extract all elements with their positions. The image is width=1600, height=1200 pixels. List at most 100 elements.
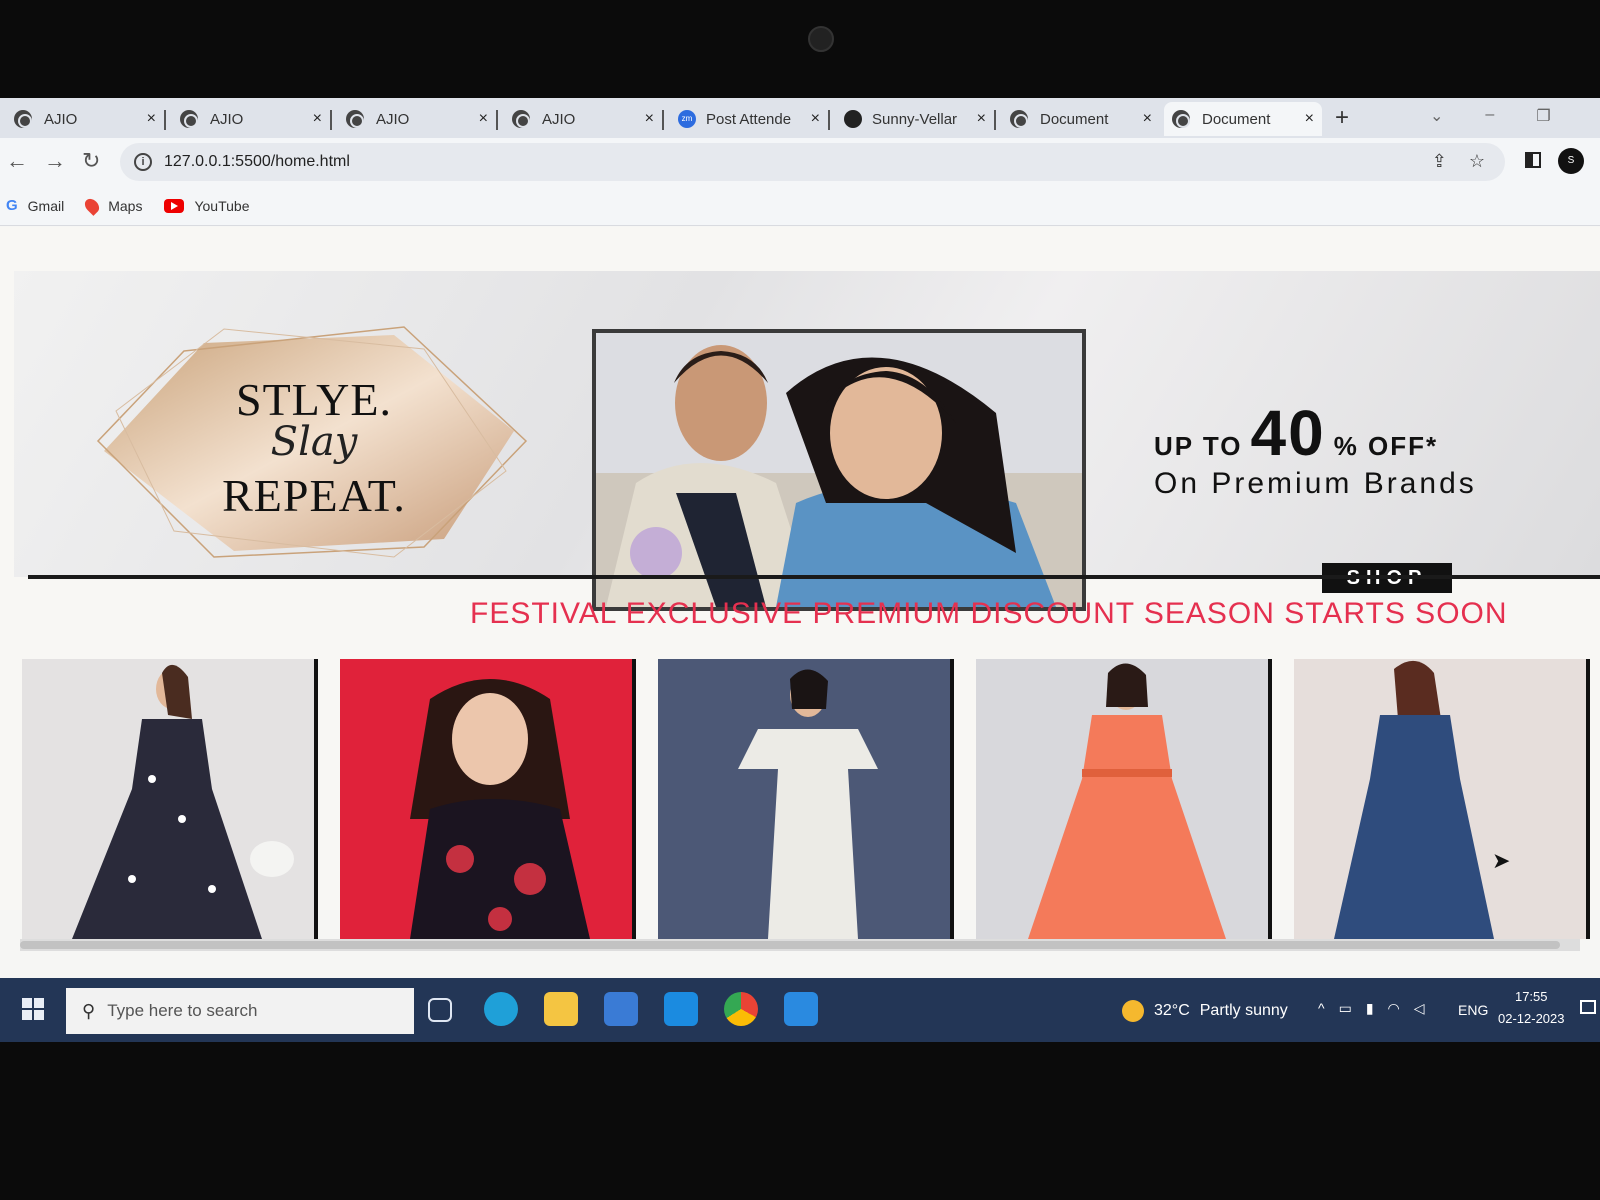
- meet-icon[interactable]: ▭: [1339, 1000, 1352, 1017]
- search-icon: ⚲: [82, 1000, 96, 1021]
- offer-percent: 40: [1250, 397, 1326, 469]
- screen: AJIO × AJIO × AJIO × AJIO × zm Post Atte…: [0, 98, 1600, 1042]
- globe-icon: [1172, 110, 1190, 128]
- bookmarks-bar: G Gmail Maps YouTube: [0, 186, 1600, 226]
- close-icon[interactable]: ×: [977, 110, 986, 128]
- tab-search-icon[interactable]: ⌄: [1430, 106, 1443, 126]
- task-view-icon[interactable]: [428, 998, 452, 1022]
- slogan-line-2: Slay: [270, 419, 358, 465]
- tab-separator: [662, 110, 664, 130]
- taskbar-clock[interactable]: 17:55 02-12-2023: [1498, 986, 1565, 1030]
- browser-tab[interactable]: AJIO ×: [6, 102, 164, 136]
- globe-icon: [14, 110, 32, 128]
- horizontal-scrollbar[interactable]: [20, 939, 1580, 951]
- address-bar-actions: ⇪ ☆: [1432, 151, 1485, 172]
- site-info-icon[interactable]: i: [134, 153, 152, 171]
- windows-start-icon[interactable]: [22, 998, 44, 1020]
- edge-icon[interactable]: [484, 992, 518, 1026]
- share-icon[interactable]: ⇪: [1432, 151, 1447, 172]
- tab-title: Document: [1040, 110, 1109, 128]
- taskbar-search[interactable]: ⚲ Type here to search: [66, 988, 414, 1034]
- url-text[interactable]: 127.0.0.1:5500/home.html: [164, 153, 350, 171]
- product-card[interactable]: [1294, 659, 1590, 939]
- restore-icon[interactable]: ❐: [1536, 106, 1550, 126]
- product-card[interactable]: [976, 659, 1272, 939]
- hero-divider: [28, 575, 1600, 579]
- offer-headline: UP TO 40 % OFF*: [1154, 401, 1594, 465]
- clock-time: 17:55: [1514, 989, 1548, 1004]
- tab-separator: [994, 110, 996, 130]
- bookmark-gmail[interactable]: G Gmail: [6, 197, 64, 214]
- wifi-icon[interactable]: ◠: [1388, 1000, 1400, 1017]
- new-tab-button[interactable]: +: [1335, 104, 1349, 132]
- volume-icon[interactable]: ◁: [1414, 1000, 1425, 1017]
- language-indicator[interactable]: ENG: [1458, 1002, 1488, 1018]
- notification-icon[interactable]: [1580, 1000, 1596, 1014]
- laptop-bezel: AJIO × AJIO × AJIO × AJIO × zm Post Atte…: [0, 0, 1600, 1200]
- close-icon[interactable]: ×: [313, 110, 322, 128]
- globe-icon: [512, 110, 530, 128]
- tab-title: AJIO: [376, 110, 410, 128]
- weather-widget[interactable]: 32°C Partly sunny: [1122, 1000, 1288, 1022]
- chrome-icon[interactable]: [724, 992, 758, 1026]
- address-bar[interactable]: i 127.0.0.1:5500/home.html ⇪ ☆: [120, 143, 1505, 181]
- product-image: [658, 659, 950, 939]
- bookmark-maps[interactable]: Maps: [82, 195, 143, 216]
- browser-tab[interactable]: Sunny-Vellar ×: [836, 102, 994, 136]
- browser-tab-active[interactable]: Document ×: [1164, 102, 1322, 136]
- close-icon[interactable]: ×: [147, 110, 156, 128]
- offer-prefix: UP TO: [1154, 431, 1243, 461]
- hero-couple-image: [592, 329, 1086, 611]
- battery-icon[interactable]: ▮: [1366, 1000, 1374, 1017]
- side-panel-icon[interactable]: [1525, 152, 1541, 168]
- browser-tab[interactable]: AJIO ×: [504, 102, 662, 136]
- weather-desc: Partly sunny: [1199, 1002, 1288, 1019]
- bookmark-youtube[interactable]: YouTube: [164, 198, 249, 214]
- windows-taskbar: ⚲ Type here to search 32°C Partly sunny …: [0, 978, 1600, 1042]
- close-icon[interactable]: ×: [811, 110, 820, 128]
- product-image: [340, 659, 632, 939]
- forward-icon[interactable]: →: [44, 148, 66, 174]
- globe-icon: [180, 110, 198, 128]
- couple-photo: [596, 333, 1082, 607]
- tab-separator: [828, 110, 830, 130]
- close-icon[interactable]: ×: [1305, 110, 1314, 128]
- scrollbar-thumb[interactable]: [20, 941, 1560, 949]
- bookmark-label: Maps: [108, 197, 143, 214]
- product-card[interactable]: [658, 659, 954, 939]
- offer-text: UP TO 40 % OFF* On Premium Brands: [1154, 401, 1594, 501]
- clock-date: 02-12-2023: [1498, 1011, 1565, 1026]
- offer-suffix: % OFF*: [1333, 431, 1439, 461]
- tab-separator: [330, 110, 332, 130]
- vscode-icon[interactable]: [784, 992, 818, 1026]
- profile-avatar[interactable]: S: [1558, 148, 1584, 174]
- close-icon[interactable]: ×: [1143, 110, 1152, 128]
- github-icon: [844, 110, 862, 128]
- tab-separator: [496, 110, 498, 130]
- mail-icon[interactable]: [664, 992, 698, 1026]
- browser-tab[interactable]: AJIO ×: [172, 102, 330, 136]
- back-icon[interactable]: ←: [6, 148, 28, 174]
- tab-title: AJIO: [210, 110, 244, 128]
- chevron-up-icon[interactable]: ^: [1318, 1000, 1325, 1017]
- close-icon[interactable]: ×: [645, 110, 654, 128]
- bookmark-star-icon[interactable]: ☆: [1469, 151, 1485, 172]
- store-icon[interactable]: [604, 992, 638, 1026]
- hero-banner: STLYE. Slay REPEAT. UP TO 40 % OFF* On P…: [14, 271, 1600, 611]
- browser-tab[interactable]: Document ×: [1002, 102, 1160, 136]
- system-tray: ^ ▭ ▮ ◠ ◁: [1318, 1000, 1425, 1017]
- browser-tab[interactable]: zm Post Attende ×: [670, 102, 828, 136]
- file-explorer-icon[interactable]: [544, 992, 578, 1026]
- product-card[interactable]: [22, 659, 318, 939]
- bookmark-label: YouTube: [194, 197, 250, 214]
- web-page: STLYE. Slay REPEAT. UP TO 40 % OFF* On P…: [0, 227, 1600, 951]
- product-card[interactable]: [340, 659, 636, 939]
- browser-toolbar: ← → ↻ i 127.0.0.1:5500/home.html ⇪ ☆ S: [0, 138, 1600, 186]
- minimize-icon[interactable]: –: [1485, 106, 1494, 126]
- bookmark-label: Gmail: [27, 197, 65, 214]
- close-icon[interactable]: ×: [479, 110, 488, 128]
- reload-icon[interactable]: ↻: [82, 148, 100, 174]
- weather-temp: 32°C: [1154, 1002, 1190, 1019]
- tab-title: Post Attende: [706, 110, 792, 128]
- browser-tab[interactable]: AJIO ×: [338, 102, 496, 136]
